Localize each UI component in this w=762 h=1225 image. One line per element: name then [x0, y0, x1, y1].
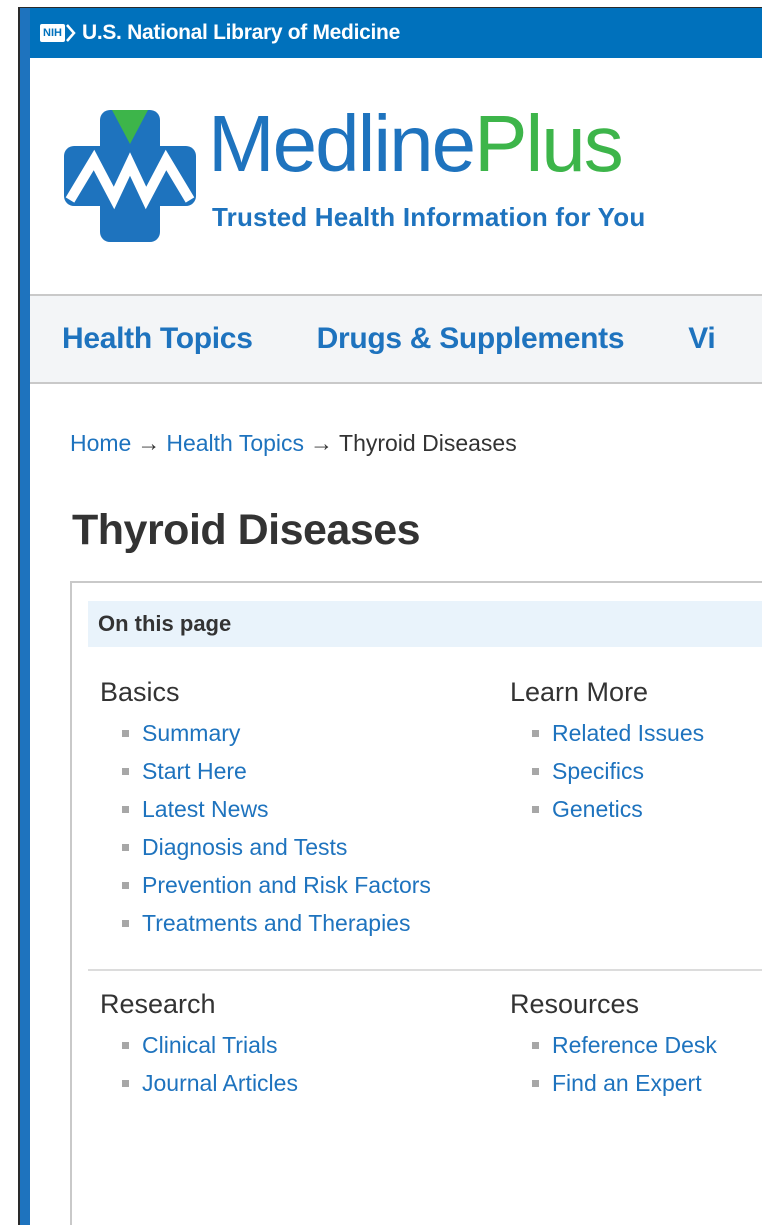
link-prevention-risk[interactable]: Prevention and Risk Factors	[142, 866, 431, 904]
list-item: Latest News	[100, 790, 431, 828]
list-item: Related Issues	[510, 714, 704, 752]
list-item: Start Here	[100, 752, 431, 790]
link-find-expert[interactable]: Find an Expert	[552, 1064, 702, 1102]
breadcrumb-arrow: →	[310, 430, 334, 456]
bullet-icon	[122, 1079, 129, 1087]
resources-link-list: Reference Desk Find an Expert	[510, 1026, 717, 1102]
section-divider	[88, 969, 762, 971]
link-latest-news[interactable]: Latest News	[142, 790, 269, 828]
link-related-issues[interactable]: Related Issues	[552, 714, 704, 752]
list-item: Journal Articles	[100, 1064, 298, 1102]
list-item: Prevention and Risk Factors	[100, 866, 431, 904]
page-title: Thyroid Diseases	[72, 506, 421, 554]
section-basics: Basics Summary Start Here Latest News Di…	[100, 677, 431, 942]
list-item: Summary	[100, 714, 431, 752]
section-title-resources: Resources	[510, 989, 640, 1019]
basics-link-list: Summary Start Here Latest News Diagnosis…	[100, 714, 431, 942]
section-research: Research Clinical Trials Journal Article…	[100, 989, 298, 1102]
medlineplus-cross-logo-icon[interactable]	[64, 110, 196, 242]
learn-more-link-list: Related Issues Specifics Genetics	[510, 714, 704, 828]
bullet-icon	[532, 767, 539, 775]
bullet-icon	[122, 767, 129, 775]
page-content: NIH U.S. National Library of Medicine Me…	[30, 8, 762, 1225]
link-reference-desk[interactable]: Reference Desk	[552, 1026, 717, 1064]
bullet-icon	[122, 843, 129, 851]
link-specifics[interactable]: Specifics	[552, 752, 644, 790]
bullet-icon	[122, 1041, 129, 1049]
main-navigation: Health Topics Drugs & Supplements Vi	[30, 296, 762, 384]
on-this-page-header: On this page	[88, 601, 762, 647]
nih-logo-icon[interactable]: NIH	[40, 23, 76, 43]
link-start-here[interactable]: Start Here	[142, 752, 247, 790]
nav-drugs-supplements[interactable]: Drugs & Supplements	[317, 322, 625, 356]
list-item: Diagnosis and Tests	[100, 828, 431, 866]
nih-badge-text: NIH	[40, 24, 65, 42]
link-genetics[interactable]: Genetics	[552, 790, 643, 828]
browser-page: NIH U.S. National Library of Medicine Me…	[18, 7, 762, 1225]
link-journal-articles[interactable]: Journal Articles	[142, 1064, 298, 1102]
site-tagline: Trusted Health Information for You	[212, 202, 646, 232]
section-resources: Resources Reference Desk Find an Expert	[510, 989, 717, 1102]
list-item: Clinical Trials	[100, 1026, 298, 1064]
section-learn-more: Learn More Related Issues Specifics Gene…	[510, 677, 704, 828]
nih-header-bar: NIH U.S. National Library of Medicine	[30, 8, 762, 58]
bullet-icon	[122, 805, 129, 813]
link-clinical-trials[interactable]: Clinical Trials	[142, 1026, 277, 1064]
research-link-list: Clinical Trials Journal Articles	[100, 1026, 298, 1102]
section-title-research: Research	[100, 989, 216, 1019]
left-edge-strip	[20, 8, 30, 1225]
list-item: Find an Expert	[510, 1064, 717, 1102]
bullet-icon	[532, 729, 539, 737]
list-item: Reference Desk	[510, 1026, 717, 1064]
brand-medline: Medline	[208, 99, 476, 188]
bullet-icon	[532, 805, 539, 813]
brand-plus: Plus	[474, 99, 624, 188]
section-title-learn-more: Learn More	[510, 677, 649, 707]
link-treatments-therapies[interactable]: Treatments and Therapies	[142, 904, 410, 942]
breadcrumb-home[interactable]: Home	[70, 430, 131, 456]
bullet-icon	[532, 1041, 539, 1049]
breadcrumb: Home → Health Topics → Thyroid Diseases	[70, 430, 517, 457]
nav-health-topics[interactable]: Health Topics	[62, 322, 253, 356]
list-item: Genetics	[510, 790, 704, 828]
list-item: Treatments and Therapies	[100, 904, 431, 942]
bullet-icon	[122, 729, 129, 737]
bullet-icon	[532, 1079, 539, 1087]
bullet-icon	[122, 919, 129, 927]
section-title-basics: Basics	[100, 677, 180, 707]
nav-videos-tools[interactable]: Vi	[688, 322, 716, 356]
breadcrumb-current: Thyroid Diseases	[339, 430, 517, 456]
list-item: Specifics	[510, 752, 704, 790]
breadcrumb-arrow: →	[137, 430, 161, 456]
medlineplus-wordmark[interactable]: MedlinePlus	[208, 104, 624, 184]
on-this-page-box: On this page Basics Summary Start Here L…	[70, 581, 762, 1225]
site-header: MedlinePlus Trusted Health Information f…	[30, 58, 762, 296]
nih-library-link[interactable]: U.S. National Library of Medicine	[82, 21, 400, 45]
breadcrumb-health-topics[interactable]: Health Topics	[166, 430, 304, 456]
link-diagnosis-tests[interactable]: Diagnosis and Tests	[142, 828, 347, 866]
bullet-icon	[122, 881, 129, 889]
link-summary[interactable]: Summary	[142, 714, 240, 752]
